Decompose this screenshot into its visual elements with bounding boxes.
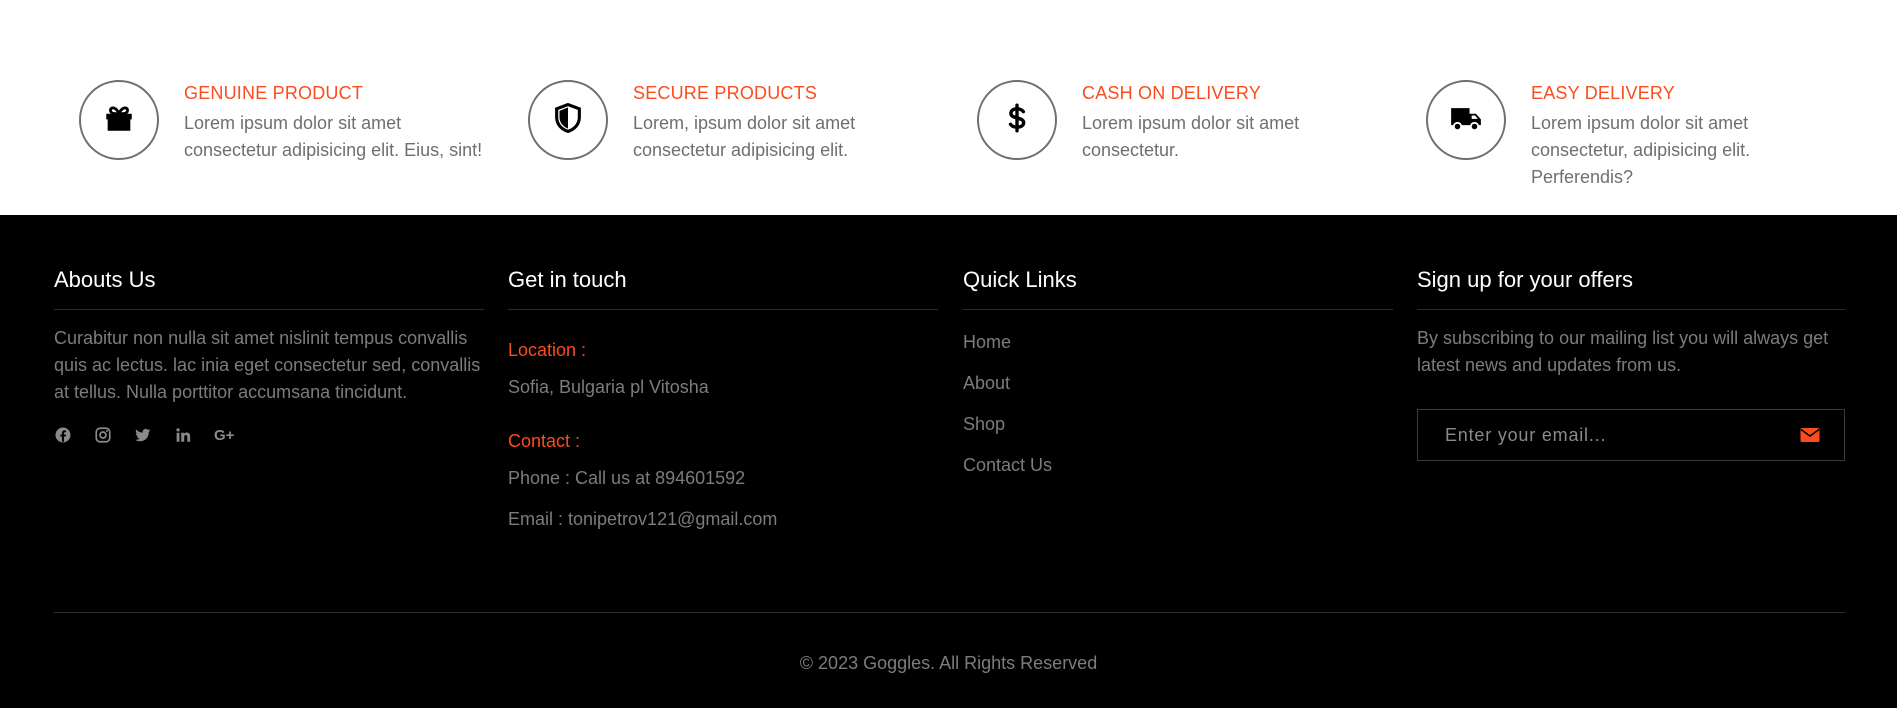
feature-description: Lorem ipsum dolor sit amet consectetur, … <box>1531 113 1751 187</box>
about-text: Curabitur non nulla sit amet nislinit te… <box>54 328 481 402</box>
feature-title: GENUINE PRODUCT <box>184 83 364 103</box>
feature-description: Lorem ipsum dolor sit amet consectetur a… <box>184 113 483 160</box>
signup-heading: Sign up for your offers <box>1417 267 1845 310</box>
dollar-icon <box>1000 101 1034 140</box>
footer-quick-links-section: Quick Links Home About Shop Contact Us <box>963 267 1393 494</box>
email-input[interactable] <box>1445 424 1785 446</box>
gift-icon <box>102 101 136 140</box>
twitter-icon[interactable] <box>134 426 152 444</box>
feature-icon-circle <box>79 80 159 160</box>
footer-contact-section: Get in touch Location : Sofia, Bulgaria … <box>508 267 938 530</box>
envelope-icon[interactable] <box>1800 427 1820 443</box>
copyright-text: © 2023 Goggles. All Rights Reserved <box>799 653 1098 673</box>
truck-icon <box>1449 101 1483 140</box>
contact-label: Contact : <box>508 431 581 451</box>
footer-divider <box>54 612 1845 613</box>
quick-link-shop[interactable]: Shop <box>963 412 1393 453</box>
email-value: Email : tonipetrov121@gmail.com <box>508 509 778 529</box>
feature-title: SECURE PRODUCTS <box>633 83 818 103</box>
quick-link-about[interactable]: About <box>963 371 1393 412</box>
feature-description: Lorem ipsum dolor sit amet consectetur. <box>1082 113 1300 160</box>
feature-icon-circle <box>977 80 1057 160</box>
feature-title: EASY DELIVERY <box>1531 83 1676 103</box>
newsletter-form <box>1417 409 1845 461</box>
location-label: Location : <box>508 340 587 360</box>
contact-heading: Get in touch <box>508 267 938 310</box>
google-plus-icon[interactable]: G+ <box>214 426 234 444</box>
feature-icon-circle <box>528 80 608 160</box>
site-footer: Abouts Us Curabitur non nulla sit amet n… <box>0 215 1897 708</box>
signup-text: By subscribing to our mailing list you w… <box>1417 328 1829 375</box>
shield-icon <box>551 101 585 140</box>
quick-links-list: Home About Shop Contact Us <box>963 330 1393 494</box>
instagram-icon[interactable] <box>94 426 112 444</box>
facebook-icon[interactable] <box>54 426 72 444</box>
linkedin-icon[interactable] <box>174 426 192 444</box>
quick-link-home[interactable]: Home <box>963 330 1393 371</box>
features-strip: GENUINE PRODUCT Lorem ipsum dolor sit am… <box>0 0 1897 215</box>
social-links: G+ <box>54 426 484 444</box>
footer-signup-section: Sign up for your offers By subscribing t… <box>1417 267 1845 461</box>
about-heading: Abouts Us <box>54 267 484 310</box>
footer-about-section: Abouts Us Curabitur non nulla sit amet n… <box>54 267 484 444</box>
quick-link-contact-us[interactable]: Contact Us <box>963 453 1393 494</box>
phone-value: Phone : Call us at 894601592 <box>508 468 746 488</box>
feature-description: Lorem, ipsum dolor sit amet consectetur … <box>633 113 856 160</box>
location-value: Sofia, Bulgaria pl Vitosha <box>508 377 709 397</box>
feature-icon-circle <box>1426 80 1506 160</box>
quick-links-heading: Quick Links <box>963 267 1393 310</box>
feature-title: CASH ON DELIVERY <box>1082 83 1261 103</box>
